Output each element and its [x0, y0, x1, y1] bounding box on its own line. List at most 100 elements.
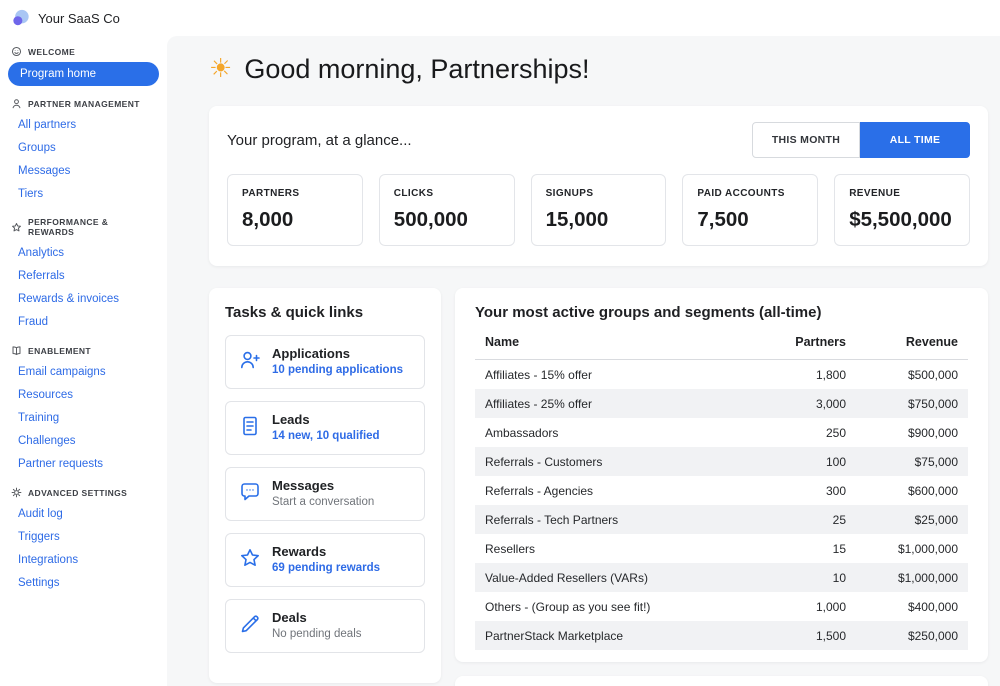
column-header-name: Name [475, 335, 764, 360]
sidebar-item-challenges[interactable]: Challenges [8, 430, 159, 452]
welcome-icon [11, 46, 22, 57]
sidebar-item-email-campaigns[interactable]: Email campaigns [8, 361, 159, 383]
task-rewards[interactable]: Rewards 69 pending rewards [225, 533, 425, 587]
sidebar-section-label: PARTNER MANAGEMENT [28, 99, 140, 109]
group-name: PartnerStack Marketplace [475, 621, 764, 650]
sidebar-section-advanced-settings: ADVANCED SETTINGS [8, 476, 159, 502]
this-month-button[interactable]: THIS MONTH [752, 122, 860, 158]
sidebar-nav: WELCOME Program home PARTNER MANAGEMENT … [0, 35, 167, 594]
task-deals[interactable]: Deals No pending deals [225, 599, 425, 653]
tasks-title: Tasks & quick links [225, 304, 425, 321]
task-subtitle[interactable]: 69 pending rewards [272, 562, 380, 574]
stat-clicks: CLICKS 500,000 [379, 174, 515, 246]
table-row[interactable]: Referrals - Tech Partners 25 $25,000 [475, 505, 968, 534]
chat-icon [238, 478, 262, 504]
sidebar-item-partner-requests[interactable]: Partner requests [8, 453, 159, 475]
sidebar-item-all-partners[interactable]: All partners [8, 114, 159, 136]
task-leads[interactable]: Leads 14 new, 10 qualified [225, 401, 425, 455]
sidebar-item-training[interactable]: Training [8, 407, 159, 429]
group-revenue: $1,000,000 [856, 563, 968, 592]
glance-title: Your program, at a glance... [227, 132, 412, 149]
stat-label: SIGNUPS [546, 188, 652, 199]
stat-paid-accounts: PAID ACCOUNTS 7,500 [682, 174, 818, 246]
group-name: Referrals - Customers [475, 447, 764, 476]
stat-label: CLICKS [394, 188, 500, 199]
table-row[interactable]: Affiliates - 15% offer 1,800 $500,000 [475, 360, 968, 390]
table-row[interactable]: Ambassadors 250 $900,000 [475, 418, 968, 447]
table-row[interactable]: Value-Added Resellers (VARs) 10 $1,000,0… [475, 563, 968, 592]
sidebar-section-label: PERFORMANCE & REWARDS [28, 217, 156, 237]
group-revenue: $25,000 [856, 505, 968, 534]
task-subtitle[interactable]: 10 pending applications [272, 364, 403, 376]
stats-row: PARTNERS 8,000 CLICKS 500,000 SIGNUPS 15… [227, 174, 970, 246]
sidebar-item-tiers[interactable]: Tiers [8, 183, 159, 205]
group-name: Others - (Group as you see fit!) [475, 592, 764, 621]
task-subtitle[interactable]: 14 new, 10 qualified [272, 430, 380, 442]
table-header-row: Name Partners Revenue [475, 335, 968, 360]
task-applications[interactable]: Applications 10 pending applications [225, 335, 425, 389]
sidebar-item-resources[interactable]: Resources [8, 384, 159, 406]
group-name: Affiliates - 25% offer [475, 389, 764, 418]
group-name: Resellers [475, 534, 764, 563]
partner-icon [11, 98, 22, 109]
page-title: ☀ Good morning, Partnerships! [209, 52, 988, 86]
stat-label: PAID ACCOUNTS [697, 188, 803, 199]
sidebar-item-groups[interactable]: Groups [8, 137, 159, 159]
sun-icon: ☀ [209, 52, 232, 86]
table-row[interactable]: Others - (Group as you see fit!) 1,000 $… [475, 592, 968, 621]
brand-logo-icon [12, 9, 30, 27]
sidebar-section-enablement: ENABLEMENT [8, 334, 159, 360]
column-header-revenue: Revenue [856, 335, 968, 360]
table-row[interactable]: Referrals - Customers 100 $75,000 [475, 447, 968, 476]
table-row[interactable]: PartnerStack Marketplace 1,500 $250,000 [475, 621, 968, 650]
sidebar-item-rewards-invoices[interactable]: Rewards & invoices [8, 288, 159, 310]
task-title: Applications [272, 346, 403, 361]
sidebar-item-program-home[interactable]: Program home [8, 62, 159, 86]
stat-label: REVENUE [849, 188, 955, 199]
group-partners: 250 [764, 418, 856, 447]
group-name: Affiliates - 15% offer [475, 360, 764, 390]
star-icon [11, 222, 22, 233]
stat-value: 15,000 [546, 208, 652, 232]
group-partners: 25 [764, 505, 856, 534]
sidebar-item-messages[interactable]: Messages [8, 160, 159, 182]
stat-value: $5,500,000 [849, 208, 955, 232]
sidebar-section-label: ENABLEMENT [28, 346, 91, 356]
sidebar-item-analytics[interactable]: Analytics [8, 242, 159, 264]
sidebar-section-partner-management: PARTNER MANAGEMENT [8, 87, 159, 113]
book-icon [11, 345, 22, 356]
task-subtitle[interactable]: Start a conversation [272, 496, 374, 508]
group-revenue: $400,000 [856, 592, 968, 621]
task-subtitle[interactable]: No pending deals [272, 628, 362, 640]
next-card-stub [455, 676, 988, 686]
sidebar-item-settings[interactable]: Settings [8, 572, 159, 594]
table-row[interactable]: Resellers 15 $1,000,000 [475, 534, 968, 563]
sidebar-item-referrals[interactable]: Referrals [8, 265, 159, 287]
time-range-toggle: THIS MONTH ALL TIME [752, 122, 970, 158]
stat-signups: SIGNUPS 15,000 [531, 174, 667, 246]
sidebar-item-fraud[interactable]: Fraud [8, 311, 159, 333]
group-partners: 1,000 [764, 592, 856, 621]
sidebar-item-triggers[interactable]: Triggers [8, 526, 159, 548]
greeting-text: Good morning, Partnerships! [244, 52, 589, 86]
group-partners: 300 [764, 476, 856, 505]
all-time-button[interactable]: ALL TIME [860, 122, 970, 158]
group-partners: 1,800 [764, 360, 856, 390]
group-partners: 100 [764, 447, 856, 476]
document-icon [238, 412, 262, 438]
sidebar-section-label: WELCOME [28, 47, 75, 57]
group-partners: 1,500 [764, 621, 856, 650]
sidebar-item-audit-log[interactable]: Audit log [8, 503, 159, 525]
groups-title: Your most active groups and segments (al… [475, 304, 968, 321]
tasks-card: Tasks & quick links Applications 10 pend… [209, 288, 441, 683]
group-revenue: $750,000 [856, 389, 968, 418]
group-partners: 10 [764, 563, 856, 592]
task-title: Messages [272, 478, 374, 493]
table-row[interactable]: Affiliates - 25% offer 3,000 $750,000 [475, 389, 968, 418]
task-messages[interactable]: Messages Start a conversation [225, 467, 425, 521]
glance-card: Your program, at a glance... THIS MONTH … [209, 106, 988, 266]
sidebar-item-integrations[interactable]: Integrations [8, 549, 159, 571]
table-row[interactable]: Referrals - Agencies 300 $600,000 [475, 476, 968, 505]
brand[interactable]: Your SaaS Co [0, 0, 167, 35]
stat-value: 7,500 [697, 208, 803, 232]
